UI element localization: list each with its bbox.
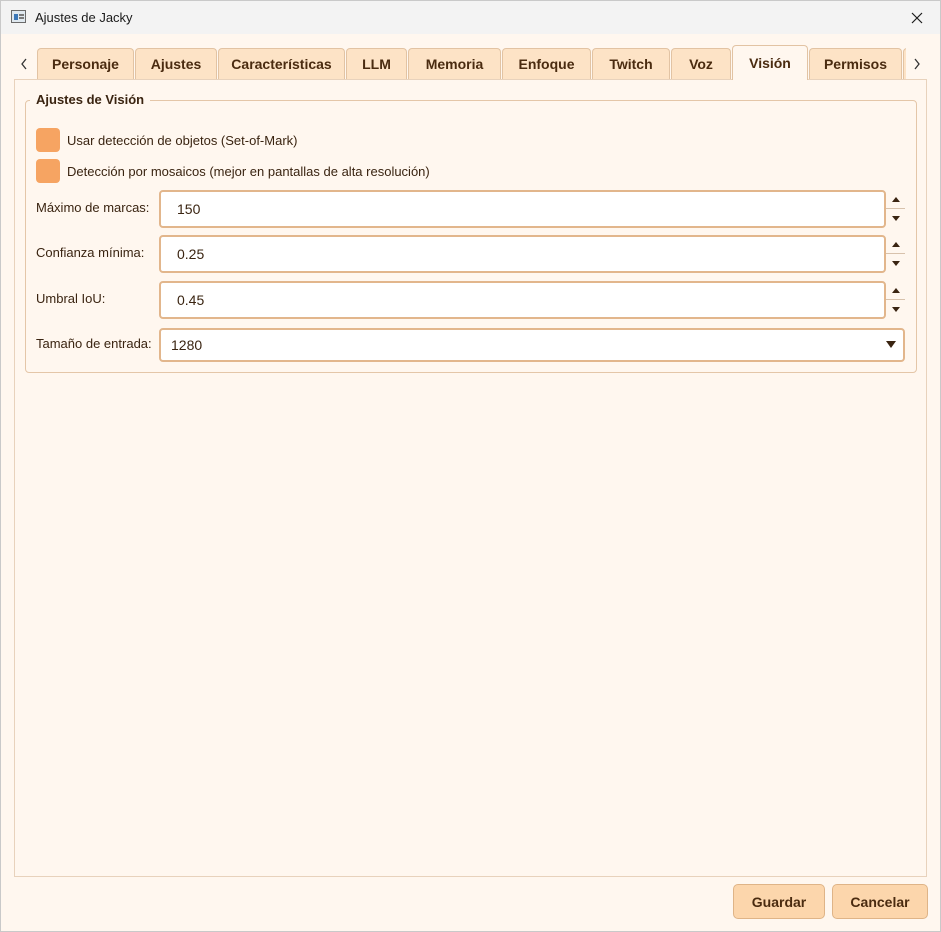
triangle-down-icon [891, 216, 900, 221]
max-marks-increment[interactable] [886, 190, 905, 209]
iou-threshold-increment[interactable] [886, 281, 905, 300]
vision-settings-group: Ajustes de Visión Usar detección de obje… [25, 92, 917, 373]
input-size-value: 1280 [171, 337, 203, 353]
app-icon [11, 10, 26, 23]
group-title: Ajustes de Visión [30, 92, 151, 107]
cancel-button[interactable]: Cancelar [832, 884, 928, 919]
chevron-down-icon [886, 341, 896, 348]
tab-bar: Personaje Ajustes Características LLM Me… [1, 34, 906, 80]
input-size-select[interactable]: 1280 [159, 328, 905, 362]
min-confidence-input[interactable]: 0.25 [159, 235, 886, 273]
input-size-label: Tamaño de entrada: [36, 336, 152, 351]
tab-memoria[interactable]: Memoria [408, 48, 501, 79]
triangle-up-icon [891, 288, 900, 293]
iou-threshold-label: Umbral IoU: [36, 291, 106, 306]
min-confidence-label: Confianza mínima: [36, 245, 145, 260]
title-bar[interactable]: Ajustes de Jacky [1, 1, 940, 34]
tab-overflow[interactable] [903, 48, 906, 79]
max-marks-input[interactable]: 150 [159, 190, 886, 228]
window-title: Ajustes de Jacky [35, 10, 133, 25]
settings-window: Ajustes de Jacky Personaje Ajustes Carac… [0, 0, 941, 932]
object-detection-checkbox[interactable] [36, 128, 60, 152]
tile-detection-checkbox[interactable] [36, 159, 60, 183]
triangle-up-icon [891, 197, 900, 202]
triangle-down-icon [891, 261, 900, 266]
tab-voz[interactable]: Voz [671, 48, 731, 79]
tab-permisos[interactable]: Permisos [809, 48, 902, 79]
tab-ajustes[interactable]: Ajustes [135, 48, 217, 79]
min-confidence-increment[interactable] [886, 235, 905, 254]
tab-personaje[interactable]: Personaje [37, 48, 134, 79]
object-detection-checkbox-row[interactable]: Usar detección de objetos (Set-of-Mark) [36, 128, 297, 152]
tile-detection-label: Detección por mosaicos (mejor en pantall… [67, 163, 430, 179]
chevron-right-icon [914, 58, 920, 70]
object-detection-label: Usar detección de objetos (Set-of-Mark) [67, 132, 298, 148]
tab-llm[interactable]: LLM [346, 48, 407, 79]
dialog-content: Personaje Ajustes Características LLM Me… [1, 34, 940, 931]
max-marks-spinbox: 150 [159, 190, 905, 228]
tab-twitch[interactable]: Twitch [592, 48, 670, 79]
iou-threshold-spinbox: 0.45 [159, 281, 905, 319]
tab-scroll-right-button[interactable] [909, 56, 925, 72]
triangle-up-icon [891, 242, 900, 247]
close-button[interactable] [894, 1, 940, 34]
min-confidence-spinbox: 0.25 [159, 235, 905, 273]
max-marks-label: Máximo de marcas: [36, 200, 150, 215]
max-marks-decrement[interactable] [886, 209, 905, 228]
min-confidence-decrement[interactable] [886, 254, 905, 273]
iou-threshold-decrement[interactable] [886, 300, 905, 319]
tab-enfoque[interactable]: Enfoque [502, 48, 591, 79]
tab-caracteristicas[interactable]: Características [218, 48, 345, 79]
iou-threshold-input[interactable]: 0.45 [159, 281, 886, 319]
vision-tab-panel: Ajustes de Visión Usar detección de obje… [14, 79, 927, 877]
close-icon [911, 12, 923, 23]
triangle-down-icon [891, 307, 900, 312]
tile-detection-checkbox-row[interactable]: Detección por mosaicos (mejor en pantall… [36, 159, 430, 183]
save-button[interactable]: Guardar [733, 884, 825, 919]
tab-vision[interactable]: Visión [732, 45, 808, 80]
